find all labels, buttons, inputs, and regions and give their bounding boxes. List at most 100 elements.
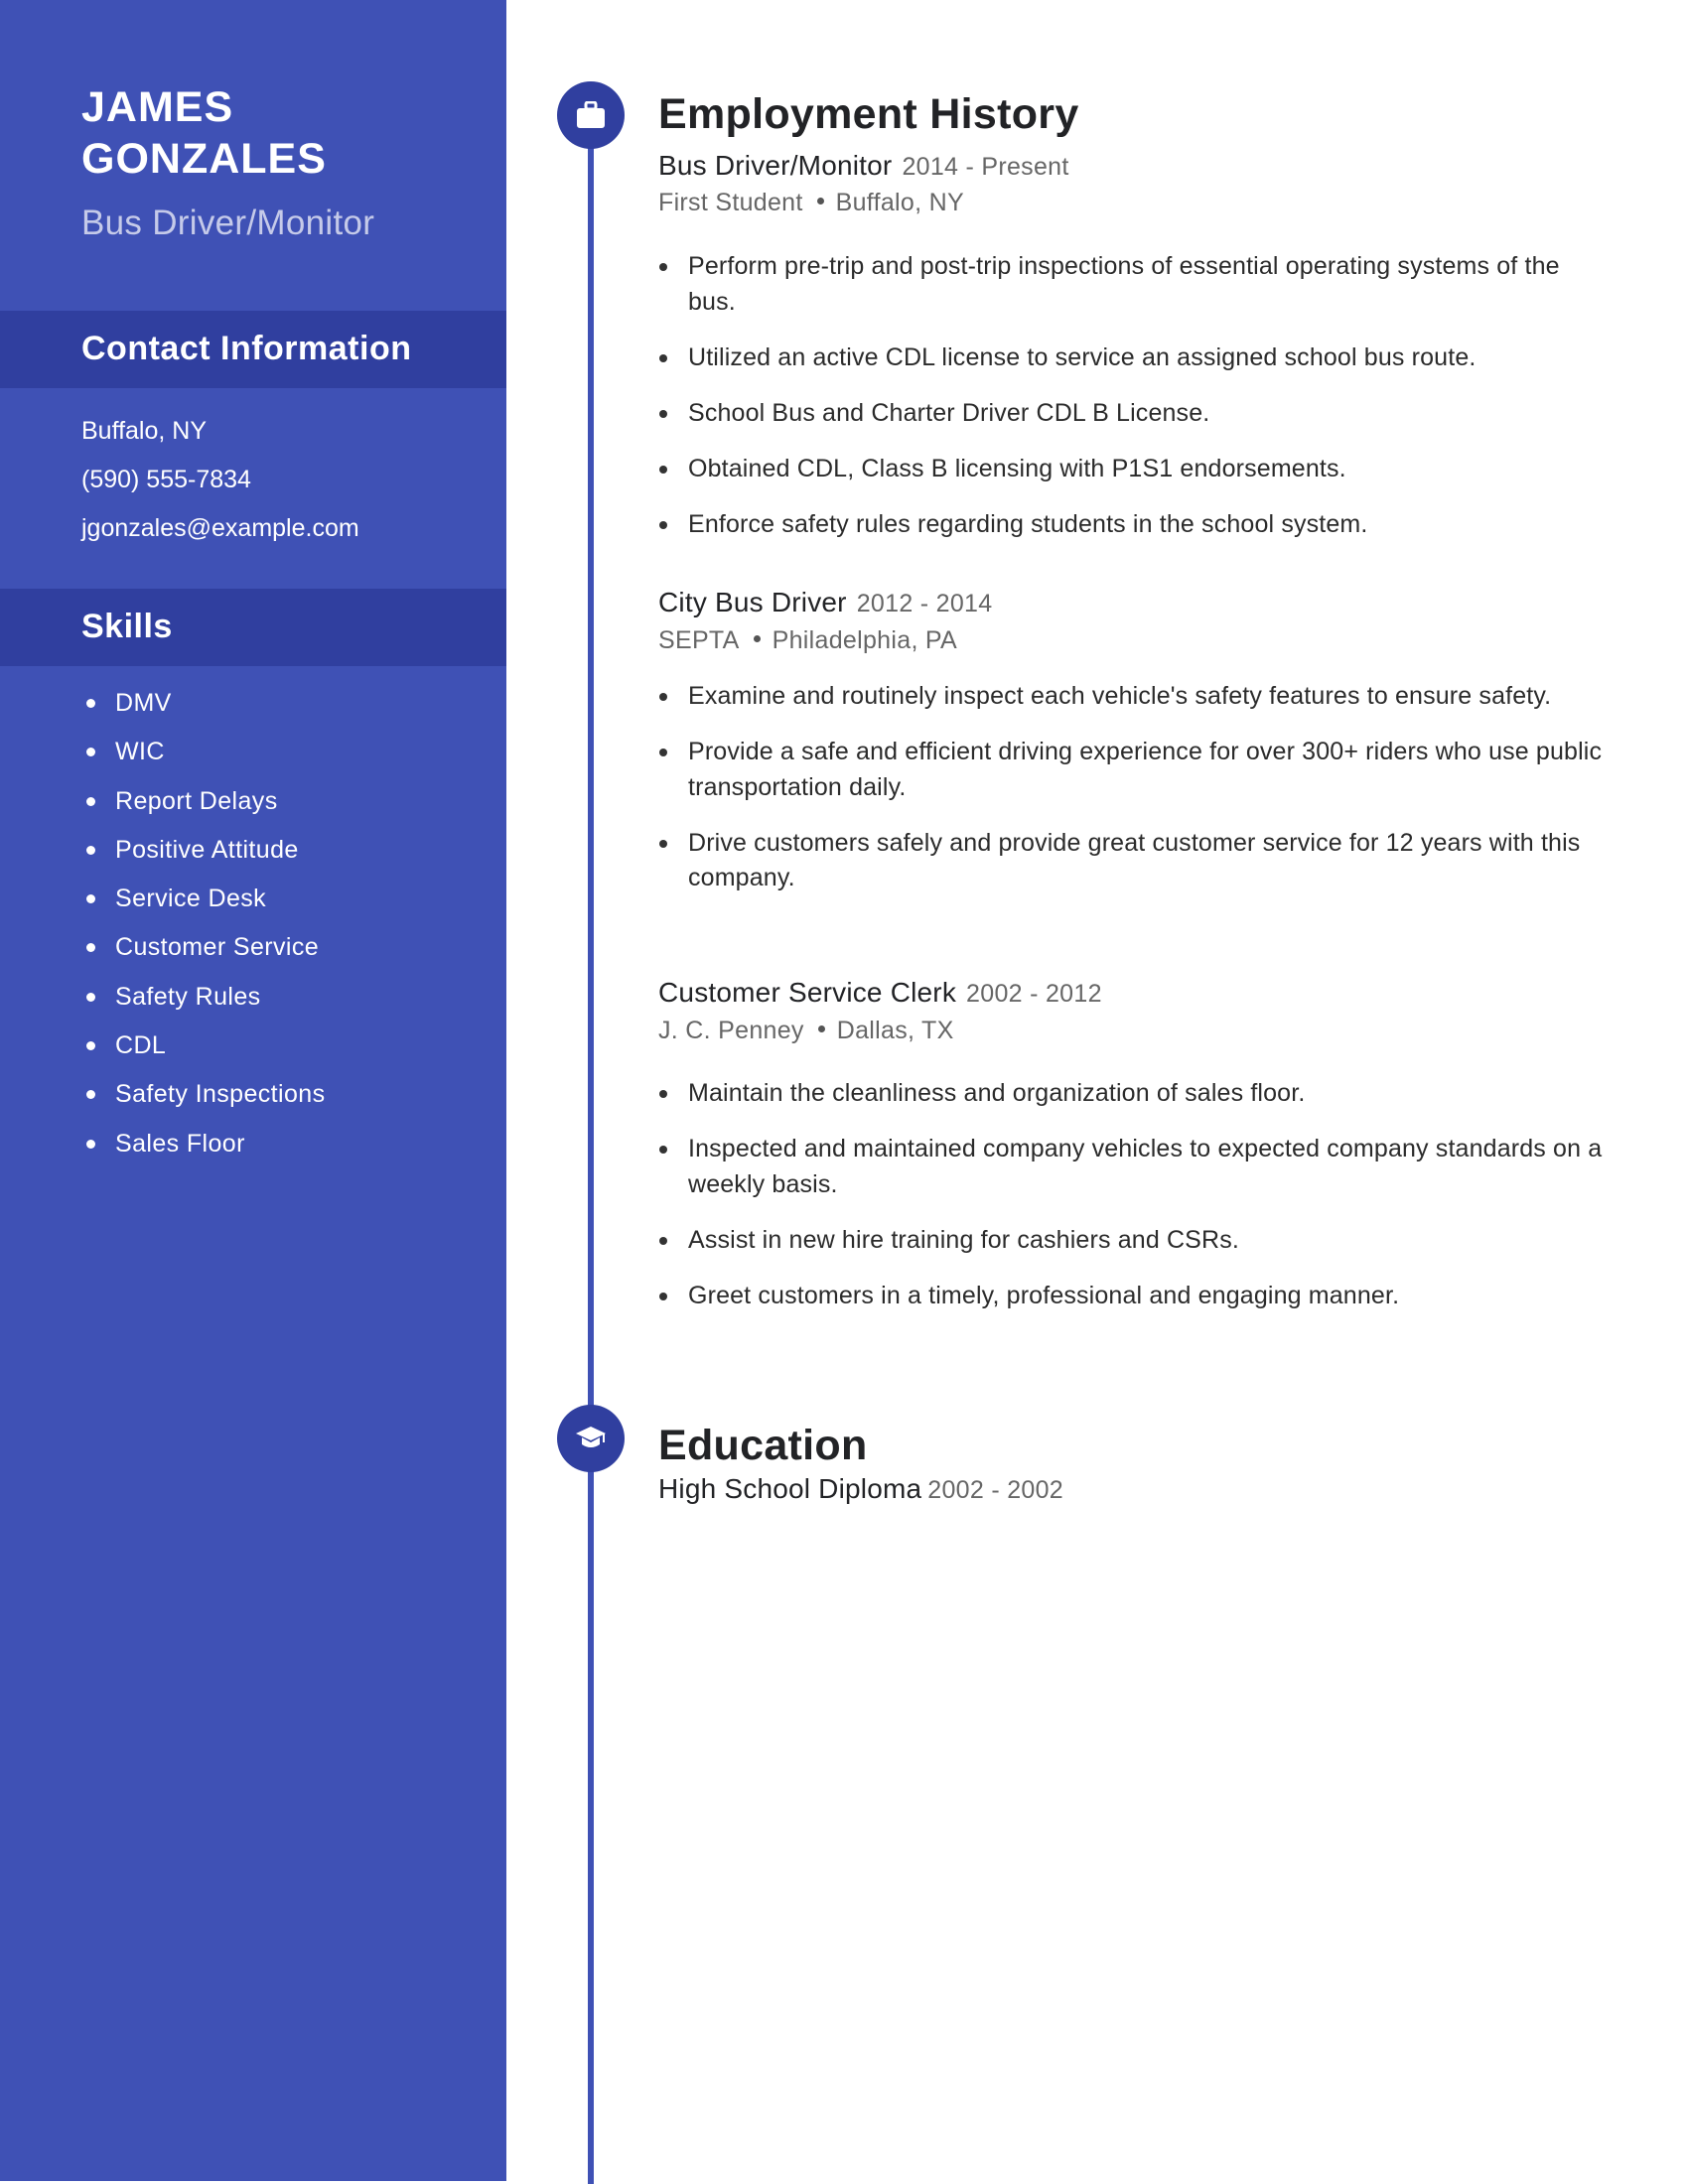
contact-email[interactable]: jgonzales@example.com — [81, 504, 359, 553]
bullet-icon — [659, 520, 667, 529]
skills-list: DMV WIC Report Delays Positive Attitude … — [81, 679, 326, 1168]
skill-label: Customer Service — [115, 933, 320, 962]
sidebar: JAMES GONZALES Bus Driver/Monitor Contac… — [0, 0, 506, 2181]
bullet-icon — [86, 748, 95, 757]
job-company: First Student — [658, 189, 803, 216]
first-name: JAMES — [81, 83, 234, 131]
job-company-line: J. C. Penney Dallas, TX — [658, 1017, 954, 1045]
job-location: Philadelphia, PA — [772, 626, 958, 654]
job-bullet: Obtained CDL, Class B licensing with P1S… — [658, 452, 1612, 487]
skill-label: Sales Floor — [115, 1129, 245, 1158]
job-header: City Bus Driver 2012 - 2014 — [658, 587, 992, 618]
candidate-title: Bus Driver/Monitor — [81, 204, 375, 242]
contact-heading: Contact Information — [81, 330, 412, 367]
bullet-icon — [86, 894, 95, 904]
skill-item: Safety Inspections — [81, 1070, 326, 1119]
bullet-text: Maintain the cleanliness and organizatio… — [688, 1079, 1306, 1107]
bullet-text: Inspected and maintained company vehicle… — [688, 1135, 1603, 1198]
bullet-icon — [659, 353, 667, 362]
education-section-marker — [557, 1405, 625, 1472]
bullet-icon — [86, 796, 95, 806]
bullet-icon — [659, 839, 667, 848]
job-company: SEPTA — [658, 626, 740, 654]
skills-section-header: Skills — [0, 589, 506, 666]
job-company-line: First Student Buffalo, NY — [658, 189, 964, 217]
skill-label: CDL — [115, 1031, 167, 1060]
skill-item: WIC — [81, 728, 326, 776]
job-bullets: Examine and routinely inspect each vehic… — [658, 679, 1612, 916]
candidate-name: JAMES GONZALES — [81, 81, 479, 185]
bullet-text: Enforce safety rules regarding students … — [688, 509, 1368, 538]
bullet-text: Obtained CDL, Class B licensing with P1S… — [688, 454, 1346, 482]
job-dates: 2014 - Present — [902, 153, 1069, 181]
job-bullet: Enforce safety rules regarding students … — [658, 507, 1612, 543]
skill-item: Positive Attitude — [81, 826, 326, 875]
bullet-icon — [659, 409, 667, 418]
job-title: City Bus Driver — [658, 587, 847, 617]
bullet-icon — [659, 465, 667, 474]
bullet-icon — [86, 845, 95, 855]
skill-label: DMV — [115, 689, 172, 717]
bullet-text: Drive customers safely and provide great… — [688, 828, 1581, 892]
skill-label: Positive Attitude — [115, 835, 299, 864]
contact-location: Buffalo, NY — [81, 417, 208, 445]
education-heading: Education — [658, 1422, 868, 1469]
job-dates: 2012 - 2014 — [856, 590, 993, 617]
skill-item: Safety Rules — [81, 973, 326, 1022]
job-company-line: SEPTA Philadelphia, PA — [658, 626, 957, 655]
bullet-text: Assist in new hire training for cashiers… — [688, 1225, 1239, 1254]
graduation-cap-icon — [576, 1427, 606, 1447]
bullet-icon — [659, 693, 667, 701]
skills-heading: Skills — [81, 608, 173, 645]
bullet-icon — [86, 699, 95, 708]
job-bullets: Maintain the cleanliness and organizatio… — [658, 1076, 1612, 1334]
job-title: Bus Driver/Monitor — [658, 150, 893, 181]
separator-dot-icon — [816, 198, 824, 205]
job-bullet: Greet customers in a timely, professiona… — [658, 1279, 1612, 1314]
job-location: Dallas, TX — [836, 1017, 954, 1044]
skill-item: CDL — [81, 1022, 326, 1070]
degree-dates: 2002 - 2002 — [927, 1476, 1064, 1504]
education-item: High School Diploma 2002 - 2002 — [658, 1473, 1063, 1505]
contact-section-header: Contact Information — [0, 311, 506, 388]
employment-heading: Employment History — [658, 90, 1079, 138]
bullet-icon — [86, 1139, 95, 1149]
job-bullet: Utilized an active CDL license to servic… — [658, 341, 1612, 376]
job-title: Customer Service Clerk — [658, 977, 957, 1008]
skill-item: DMV — [81, 679, 326, 728]
bullet-text: Utilized an active CDL license to servic… — [688, 342, 1477, 371]
skill-label: Service Desk — [115, 885, 267, 913]
job-bullet: Assist in new hire training for cashiers… — [658, 1223, 1612, 1259]
bullet-icon — [86, 943, 95, 953]
bullet-icon — [659, 1090, 667, 1098]
job-bullet: Inspected and maintained company vehicle… — [658, 1132, 1612, 1202]
bullet-icon — [659, 1236, 667, 1245]
bullet-icon — [86, 992, 95, 1002]
bullet-text: Greet customers in a timely, professiona… — [688, 1281, 1400, 1309]
separator-dot-icon — [817, 1025, 825, 1033]
timeline-line — [588, 115, 594, 2184]
skill-item: Service Desk — [81, 875, 326, 923]
bullet-text: Examine and routinely inspect each vehic… — [688, 682, 1552, 710]
degree-title: High School Diploma — [658, 1473, 922, 1504]
bullet-text: Provide a safe and efficient driving exp… — [688, 738, 1603, 801]
skill-label: Safety Inspections — [115, 1080, 326, 1109]
job-bullets: Perform pre-trip and post-trip inspectio… — [658, 249, 1612, 563]
contact-phone[interactable]: (590) 555-7834 — [81, 456, 359, 504]
employment-section-marker — [557, 81, 625, 149]
contact-list: Buffalo, NY (590) 555-7834 jgonzales@exa… — [81, 407, 359, 553]
job-bullet: Examine and routinely inspect each vehic… — [658, 679, 1612, 715]
bullet-icon — [659, 263, 667, 271]
skill-label: Report Delays — [115, 786, 278, 815]
job-bullet: School Bus and Charter Driver CDL B Lice… — [658, 396, 1612, 432]
bullet-icon — [659, 1146, 667, 1154]
bullet-icon — [659, 1292, 667, 1300]
bullet-icon — [86, 1041, 95, 1051]
job-bullet: Maintain the cleanliness and organizatio… — [658, 1076, 1612, 1112]
job-bullet: Drive customers safely and provide great… — [658, 826, 1612, 896]
skill-item: Customer Service — [81, 923, 326, 972]
bullet-text: School Bus and Charter Driver CDL B Lice… — [688, 398, 1210, 427]
bullet-icon — [86, 1090, 95, 1100]
briefcase-icon — [577, 101, 605, 128]
job-bullet: Provide a safe and efficient driving exp… — [658, 735, 1612, 805]
